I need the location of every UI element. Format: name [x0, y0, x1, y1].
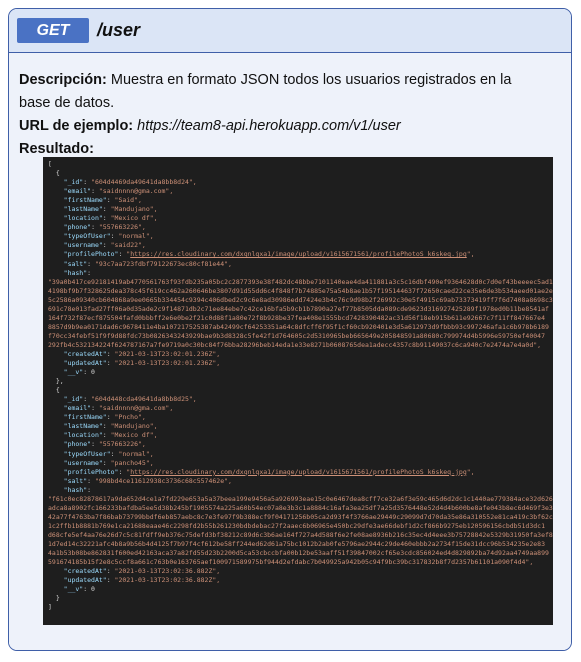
code-line: }	[48, 594, 60, 603]
code-line: "__v": 0	[63, 585, 95, 594]
example-url-label: URL de ejemplo:	[19, 118, 134, 134]
code-line: 1d7ed14c32221afc4b8a9b56b4d4125f7b97f4cf…	[48, 539, 545, 548]
code-line: "_id": "604d4469da49641da8bb8d24",	[63, 178, 197, 187]
code-line: },	[48, 377, 64, 386]
code-line: 42a77f4763ba7f86bab73799bbdf6eb857aebc8c…	[48, 512, 553, 521]
code-line: "hash":	[63, 485, 95, 494]
description-line-2: base de datos.	[19, 92, 561, 115]
code-line: "profilePhoto": "https://res.cloudinary.…	[63, 467, 475, 476]
description-line: Descripción: Muestra en formato JSON tod…	[19, 69, 561, 92]
code-line: "typeOfUser": "normal",	[63, 232, 154, 241]
code-line: "profilePhoto": "https://res.cloudinary.…	[63, 250, 475, 259]
description-label: Descripción:	[19, 72, 107, 88]
code-line: 1c2ffb1b8881b769e1ca21688eaae46c2298fd2b…	[48, 521, 545, 530]
code-line: "salt": "93c7aa723fdbf79122673ec80cf81e4…	[63, 259, 232, 268]
code-line: 691c78e013fad27ff06a0d35ade2c9f14871db2c…	[48, 304, 549, 313]
code-line: "39a0b417ce92181419ab4770561763f93fdb235…	[48, 277, 553, 286]
code-line: "firstName": "Said",	[63, 196, 142, 205]
json-result-screenshot: [ { "_id": "604d4469da49641da8bb8d24", "…	[43, 157, 553, 625]
code-line: 292fb4c532134224f624787167a7fe9719a0c30b…	[48, 340, 542, 349]
result-label: Resultado:	[19, 141, 94, 157]
code-line: "__v": 0	[63, 368, 95, 377]
code-line: "salt": "998bd4ce11612938c3736c68c557462…	[63, 476, 232, 485]
code-line: "updatedAt": "2021-03-13T23:02:36.882Z",	[63, 576, 221, 585]
example-url-line: URL de ejemplo: https://team8-api.heroku…	[19, 115, 561, 138]
code-line: "location": "Mexico df",	[63, 214, 158, 223]
code-line: "email": "saidnnnn@gma.com",	[63, 187, 174, 196]
code-line: d68cfe5ef4aa76e26d7c5c81fdff9eb376c75def…	[48, 530, 553, 539]
code-line: adca8a8902fc166233bafdba5ee5d38b245bf190…	[48, 503, 553, 512]
code-line: ]	[48, 603, 52, 612]
code-line: "hash":	[63, 268, 95, 277]
code-line: 4198bf9b7f328625dea378c45f619cc462a26064…	[48, 286, 553, 295]
code-line: "email": "saidnnnn@gma.com",	[63, 404, 174, 413]
endpoint-card: GET /user Descripción: Muestra en format…	[8, 8, 572, 651]
code-line: "createdAt": "2021-03-13T23:02:36.882Z",	[63, 567, 221, 576]
code-line: 164f732f87ecf875504fafd0bbbff2e6e0be2f21…	[48, 313, 545, 322]
code-line: "firstName": "Pncho",	[63, 413, 146, 422]
code-line: "_id": "604d448cda49641da8bb8d25",	[63, 395, 197, 404]
example-url-value[interactable]: https://team8-api.herokuapp.com/v1/user	[137, 118, 401, 134]
code-line: f70cc34febf51f9f9d88fdc73b0826343243929b…	[48, 331, 545, 340]
code-line: "phone": "557663226",	[63, 440, 146, 449]
code-line: "updatedAt": "2021-03-13T23:02:01.236Z",	[63, 359, 221, 368]
code-line: "lastName": "Mandujano",	[63, 422, 158, 431]
code-line: [	[48, 160, 52, 168]
code-line: "f61c0ec82878617a9da652d4ce1a7fd229e653a…	[48, 494, 553, 503]
code-line: 5c2586a09340cb604868a9ee0665b334454c9394…	[48, 295, 553, 304]
code-line: "phone": "557663226",	[63, 223, 146, 232]
code-line: 591674185b15f2e8c5ccf8a661c763b0e163765a…	[48, 558, 534, 567]
description-text-cont: base de datos.	[19, 95, 115, 111]
code-line: 8857d9b9ea0171dad6c9678411e4ba1072175253…	[48, 322, 549, 331]
code-line: "typeOfUser": "normal",	[63, 449, 154, 458]
code-line: "lastName": "Mandujano",	[63, 205, 158, 214]
code-line: "createdAt": "2021-03-13T23:02:01.236Z",	[63, 349, 221, 358]
code-line: "username": "said22",	[63, 241, 146, 250]
code-line: 4a1b53b08be862831f600ed42163aca37a82fd55…	[48, 549, 549, 558]
code-line: "location": "Mexico df",	[63, 431, 158, 440]
endpoint-header: GET /user	[9, 9, 571, 53]
http-method-badge: GET	[17, 18, 89, 43]
endpoint-path: /user	[97, 20, 141, 40]
description-text: Muestra en formato JSON todos los usuari…	[110, 72, 512, 88]
code-line: {	[48, 386, 60, 395]
code-line: {	[48, 169, 60, 178]
code-line: "username": "pancho45",	[63, 458, 154, 467]
